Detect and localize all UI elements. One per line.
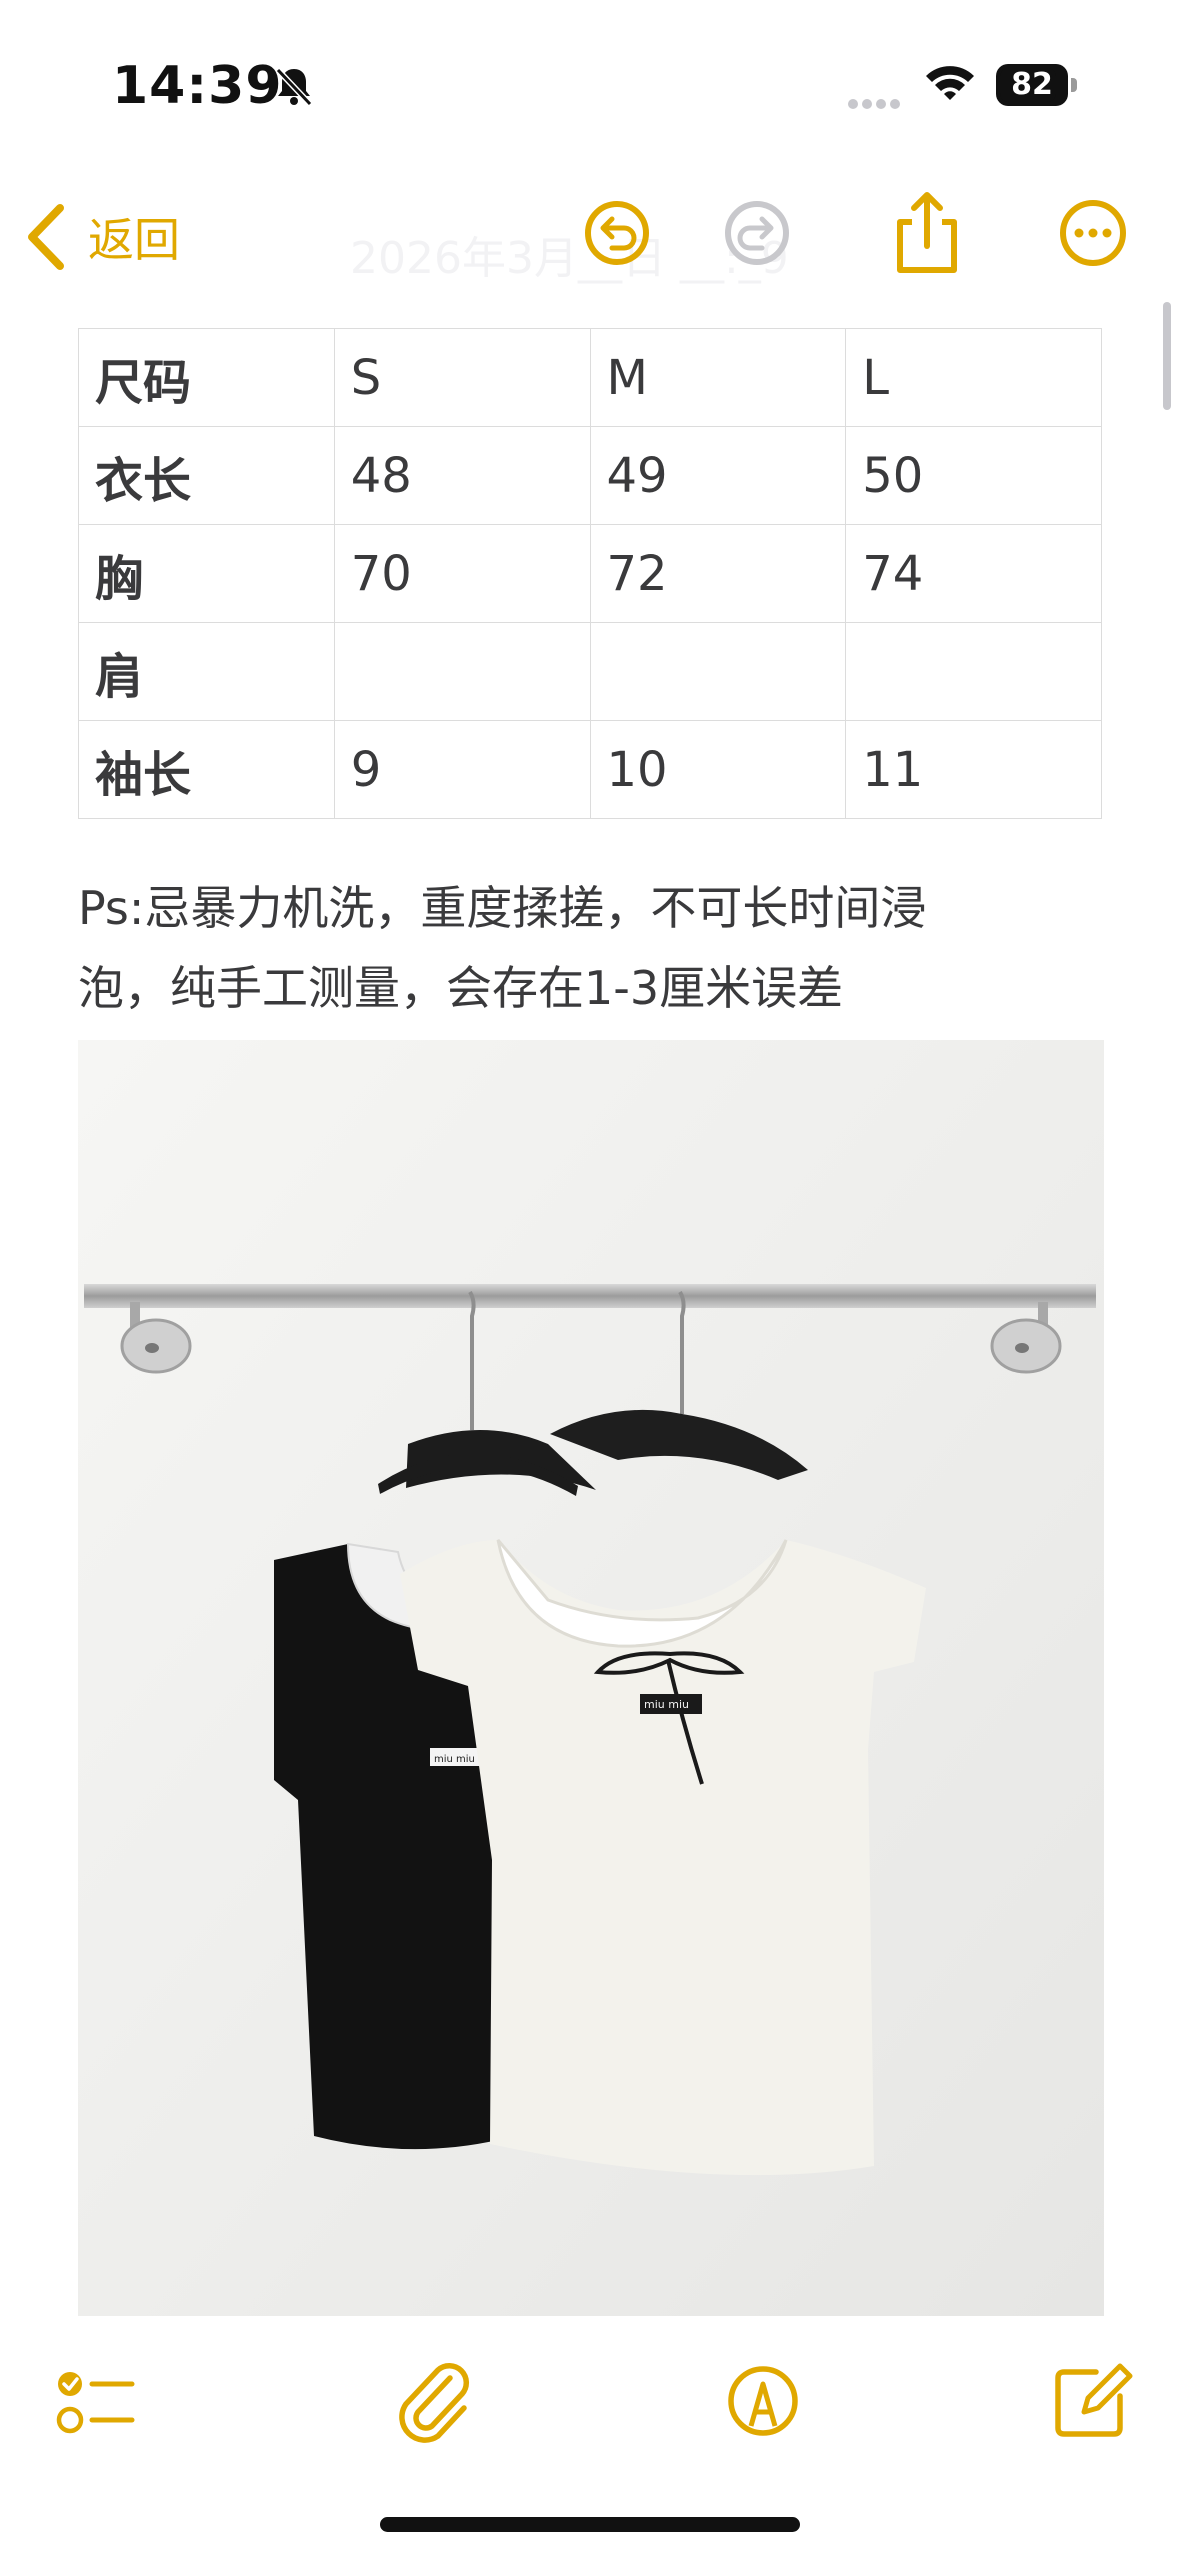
table-cell[interactable] (845, 622, 1102, 721)
table-cell[interactable]: 70 (333, 524, 591, 623)
table-header-row: 尺码 S M L (78, 328, 1102, 427)
note-line: Ps:忌暴力机洗，重度揉搓，不可长时间浸 (78, 881, 927, 935)
table-cell[interactable] (333, 622, 591, 721)
table-cell[interactable]: M (589, 328, 847, 427)
table-row: 衣长 48 49 50 (78, 426, 1102, 525)
cellular-signal-icon (848, 94, 904, 113)
compose-icon[interactable] (1046, 2356, 1136, 2446)
product-photo-illustration: miu miu miu miu (78, 1040, 1104, 2316)
table-cell[interactable]: 50 (845, 426, 1102, 525)
share-icon[interactable] (882, 188, 972, 278)
size-table: 尺码 S M L 衣长 48 49 50 胸 70 72 74 肩 袖长 9 1… (78, 328, 1102, 819)
product-photo[interactable]: miu miu miu miu (78, 1040, 1104, 2316)
table-cell[interactable]: 49 (589, 426, 847, 525)
table-row: 胸 70 72 74 (78, 524, 1102, 623)
table-cell[interactable]: L (845, 328, 1102, 427)
home-indicator[interactable] (380, 2517, 800, 2532)
status-bar: 14:39 82 (0, 0, 1179, 170)
more-icon[interactable] (1048, 188, 1138, 278)
undo-icon[interactable] (572, 188, 662, 278)
table-cell[interactable]: 胸 (78, 524, 335, 623)
chevron-left-icon (28, 204, 64, 270)
bottom-toolbar (0, 2330, 1179, 2470)
bell-slash-icon (275, 67, 313, 107)
note-body-text[interactable]: Ps:忌暴力机洗，重度揉搓，不可长时间浸 泡，纯手工测量，会存在1-3厘米误差 (78, 868, 1108, 1028)
table-cell[interactable]: S (333, 328, 591, 427)
battery-level: 82 (1011, 67, 1053, 102)
white-top-label: miu miu (644, 1698, 689, 1711)
redo-icon[interactable] (712, 188, 802, 278)
table-cell[interactable]: 肩 (78, 622, 335, 721)
back-button[interactable]: 返回 (22, 192, 180, 282)
table-cell[interactable]: 74 (845, 524, 1102, 623)
table-row: 肩 (78, 622, 1102, 721)
table-cell[interactable]: 10 (589, 720, 847, 819)
checklist-icon[interactable] (48, 2356, 138, 2446)
status-time: 14:39 (112, 56, 283, 116)
battery-icon: 82 (996, 64, 1080, 108)
table-cell[interactable]: 袖长 (78, 720, 335, 819)
markup-pen-icon[interactable] (718, 2356, 808, 2446)
table-row: 袖长 9 10 11 (78, 720, 1102, 819)
table-cell[interactable]: 11 (845, 720, 1102, 819)
table-cell[interactable]: 尺码 (78, 328, 335, 427)
table-cell[interactable]: 9 (333, 720, 591, 819)
table-cell[interactable]: 72 (589, 524, 847, 623)
wifi-icon (926, 66, 974, 100)
table-cell[interactable]: 衣长 (78, 426, 335, 525)
nav-bar: 返回 2026年3月__日 __:_9 (0, 170, 1179, 320)
back-label: 返回 (88, 213, 180, 267)
black-top-label: miu miu (434, 1754, 475, 1765)
paperclip-icon[interactable] (388, 2356, 478, 2446)
scroll-indicator[interactable] (1163, 302, 1171, 410)
table-cell[interactable]: 48 (333, 426, 591, 525)
note-line: 泡，纯手工测量，会存在1-3厘米误差 (78, 961, 844, 1015)
table-cell[interactable] (589, 622, 847, 721)
